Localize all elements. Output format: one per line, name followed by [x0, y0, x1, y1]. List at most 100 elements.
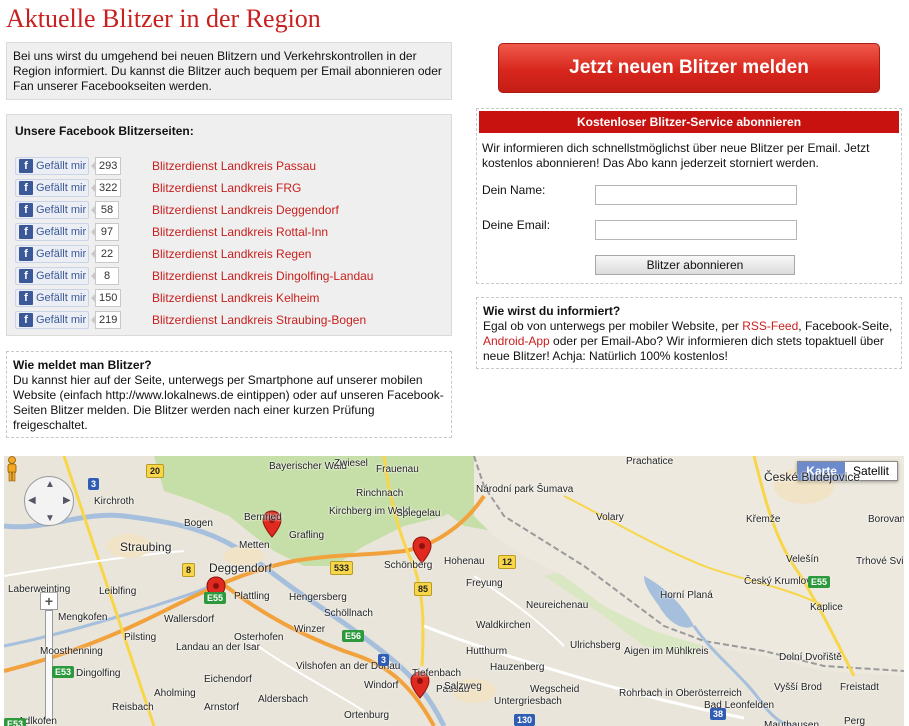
like-button-label: Gefällt mir: [36, 226, 87, 238]
map-place-label: Frauenau: [376, 464, 419, 475]
like-count: 219: [90, 311, 122, 329]
facebook-logo-icon: f: [19, 225, 33, 239]
facebook-page-link[interactable]: Blitzerdienst Landkreis FRG: [152, 181, 301, 195]
pan-control[interactable]: ▲ ▼ ◀ ▶: [24, 476, 74, 526]
road-number-badge: 20: [146, 464, 165, 478]
facebook-like-button[interactable]: f Gefällt mir: [15, 201, 89, 219]
facebook-like-button[interactable]: f Gefällt mir: [15, 157, 89, 175]
like-count: 322: [90, 179, 122, 197]
like-count: 293: [90, 157, 122, 175]
street-view-pegman-icon[interactable]: [4, 456, 20, 482]
facebook-like-button[interactable]: f Gefällt mir: [15, 223, 89, 241]
map-place-label: Prachatice: [626, 456, 674, 467]
how-informed-text: Egal ob von unterwegs per mobiler Websit…: [483, 319, 895, 364]
speed-camera-map[interactable]: Karte Satellit ▲ ▼ ◀ ▶ + Straubing Deggen…: [4, 456, 904, 726]
map-place-label: Wallersdorf: [164, 614, 215, 625]
facebook-page-row: f Gefällt mir 8 Blitzerdienst Landkreis Din…: [15, 265, 443, 287]
facebook-page-link[interactable]: Blitzerdienst Landkreis Regen: [152, 247, 311, 261]
map-place-label: Laberweinting: [8, 584, 71, 595]
zoom-slider[interactable]: [45, 610, 53, 720]
facebook-page-link[interactable]: Blitzerdienst Landkreis Kelheim: [152, 291, 319, 305]
rss-feed-link[interactable]: RSS-Feed: [742, 319, 798, 333]
map-place-label: Perg: [844, 716, 866, 726]
how-to-report-text: Du kannst hier auf der Seite, unterwegs …: [13, 373, 444, 432]
facebook-page-link[interactable]: Blitzerdienst Landkreis Passau: [152, 159, 316, 173]
map-place-label: Deggendorf: [209, 561, 272, 575]
map-place-label: Dolní Dvořiště: [779, 652, 842, 663]
subscribe-box: Kostenloser Blitzer-Service abonnieren W…: [476, 108, 902, 284]
facebook-like-button[interactable]: f Gefällt mir: [15, 179, 89, 197]
map-place-label: Pilsting: [124, 632, 157, 643]
map-place-label: Aldersbach: [258, 694, 309, 705]
map-place-label: Freyung: [466, 578, 503, 589]
map-place-label: Salzweg: [444, 681, 482, 692]
road-number-badge: 8: [182, 563, 196, 577]
map-place-label: Waldkirchen: [476, 620, 531, 631]
like-count: 97: [91, 223, 119, 241]
map-place-label: Straubing: [120, 540, 172, 554]
map-place-label: Untergriesbach: [494, 696, 562, 707]
pan-down-icon[interactable]: ▼: [45, 513, 55, 524]
map-place-label: Moosthenning: [40, 646, 103, 657]
facebook-logo-icon: f: [19, 181, 33, 195]
map-place-label: Tiefenbach: [412, 668, 462, 679]
facebook-page-link[interactable]: Blitzerdienst Landkreis Deggendorf: [152, 203, 339, 217]
how-to-report-box: Wie meldet man Blitzer? Du kannst hier a…: [6, 351, 452, 438]
road-number-badge: 3: [88, 478, 100, 490]
how-to-report-heading: Wie meldet man Blitzer?: [13, 358, 152, 372]
map-place-label: Freistadt: [840, 682, 879, 693]
road-number-badge: E55: [808, 576, 831, 588]
map-place-label: Horní Planá: [660, 590, 713, 601]
facebook-page-row: f Gefällt mir 219 Blitzerdienst Landkreis S…: [15, 309, 443, 331]
map-place-label: Grafling: [289, 530, 325, 541]
map-place-label: Hauzenberg: [490, 662, 545, 673]
report-speed-camera-button[interactable]: Jetzt neuen Blitzer melden: [498, 43, 880, 93]
subscribe-text: Wir informieren dich schnellstmöglichst …: [482, 141, 870, 170]
pan-up-icon[interactable]: ▲: [45, 479, 55, 490]
facebook-like-button[interactable]: f Gefällt mir: [15, 311, 89, 329]
name-input[interactable]: [595, 185, 797, 205]
like-button-label: Gefällt mir: [36, 160, 87, 172]
road-number-badge: 38: [710, 708, 727, 720]
road-number-badge: E55: [204, 592, 227, 604]
map-place-label: Bogen: [184, 518, 213, 529]
map-place-label: Arnstorf: [204, 702, 240, 713]
facebook-page-link[interactable]: Blitzerdienst Landkreis Rottal-Inn: [152, 225, 328, 239]
map-place-label: Metten: [239, 540, 270, 551]
facebook-like-button[interactable]: f Gefällt mir: [15, 267, 89, 285]
facebook-logo-icon: f: [19, 247, 33, 261]
subscribe-header: Kostenloser Blitzer-Service abonnieren: [479, 111, 899, 133]
page-title: Aktuelle Blitzer in der Region: [6, 4, 321, 33]
email-input[interactable]: [595, 220, 797, 240]
facebook-page-row: f Gefällt mir 322 Blitzerdienst Landkreis F…: [15, 177, 443, 199]
map-place-label: Ulrichsberg: [570, 640, 621, 651]
facebook-logo-icon: f: [19, 159, 33, 173]
map-place-label: Windorf: [364, 680, 399, 691]
facebook-page-row: f Gefällt mir 22 Blitzerdienst Landkreis Re…: [15, 243, 443, 265]
facebook-page-link[interactable]: Blitzerdienst Landkreis Dingolfing-Landa…: [152, 269, 373, 283]
facebook-logo-icon: f: [19, 291, 33, 305]
facebook-like-button[interactable]: f Gefällt mir: [15, 289, 89, 307]
map-place-label: Kaplice: [810, 602, 843, 613]
map-place-label: Volary: [596, 512, 624, 523]
map-place-label: Bernried: [244, 512, 282, 523]
map-place-label: Vyšší Brod: [774, 682, 822, 693]
map-place-label: Velešín: [786, 554, 819, 565]
how-informed-box: Wie wirst du informiert? Egal ob von unt…: [476, 297, 902, 369]
facebook-like-button[interactable]: f Gefällt mir: [15, 245, 89, 263]
map-place-label: Rinchnach: [356, 488, 404, 499]
android-app-link[interactable]: Android-App: [483, 334, 550, 348]
email-label: Deine Email:: [482, 218, 551, 232]
pan-left-icon[interactable]: ◀: [28, 495, 36, 506]
map-place-label: Neureichenau: [526, 600, 589, 611]
like-count: 150: [90, 289, 122, 307]
name-label: Dein Name:: [482, 183, 546, 197]
subscribe-button[interactable]: Blitzer abonnieren: [595, 255, 795, 275]
pan-right-icon[interactable]: ▶: [63, 495, 71, 506]
map-place-label: Národní park Šumava: [476, 484, 574, 495]
map-place-label: Winzer: [294, 624, 326, 635]
map-place-label: Ortenburg: [344, 710, 390, 721]
map-place-label: Český Krumlov: [744, 576, 812, 587]
facebook-page-link[interactable]: Blitzerdienst Landkreis Straubing-Bogen: [152, 313, 366, 327]
map-place-label: Zwiesel: [334, 458, 368, 469]
